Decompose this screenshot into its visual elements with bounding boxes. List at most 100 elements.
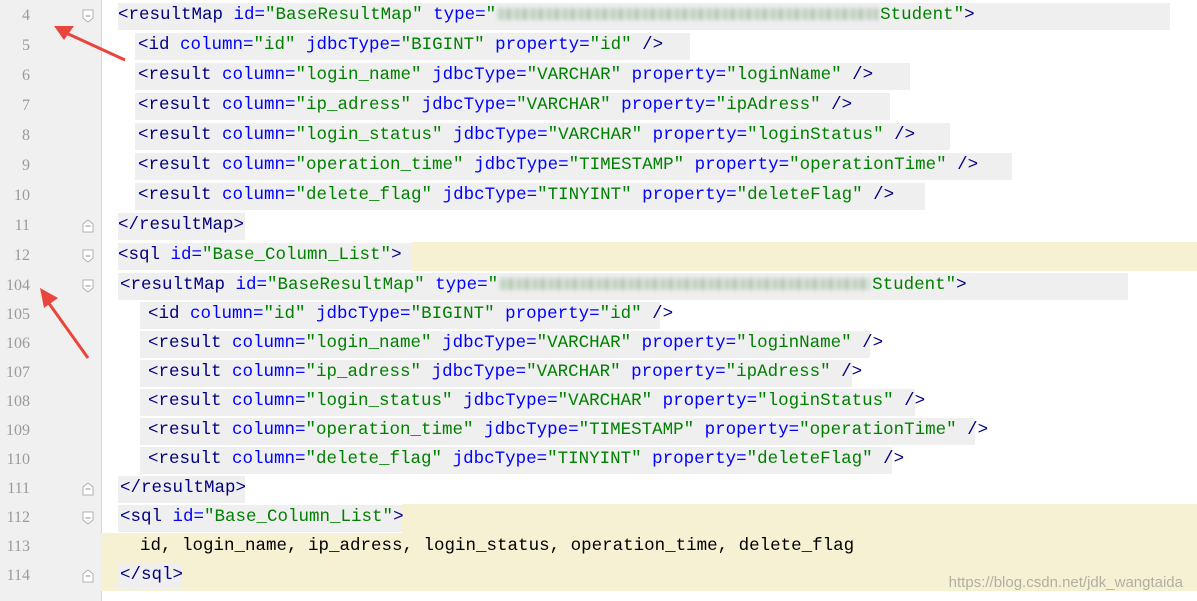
code-line[interactable]: 10 <result column="delete_flag" jdbcType=… <box>0 182 1197 211</box>
val-token: " <box>485 5 497 25</box>
val-token: "delete_flag" <box>305 449 453 469</box>
val-token: "VARCHAR" <box>526 362 632 382</box>
code-line[interactable]: 109 <result column="operation_time" jdbcT… <box>0 417 1197 446</box>
val-token: "login_name" <box>295 65 433 85</box>
val-token: "Base_Column_List" <box>202 245 392 265</box>
tag-token: /> <box>642 35 664 55</box>
code-line[interactable]: 4 <resultMap id="BaseResultMap" type=" Stu… <box>0 2 1197 31</box>
line-number: 111 <box>7 480 30 497</box>
tag-token: /> <box>831 95 853 115</box>
val-token: "TIMESTAMP" <box>568 155 695 175</box>
val-token: "VARCHAR" <box>557 391 663 411</box>
tag-token: <result <box>148 362 233 382</box>
line-number: 104 <box>6 277 30 294</box>
attr-token: column= <box>222 125 296 145</box>
attr-token: column= <box>232 449 306 469</box>
code-line[interactable]: 6 <result column="login_name" jdbcType="V… <box>0 62 1197 91</box>
val-token: "id" <box>589 35 643 55</box>
code-line[interactable]: 104 <resultMap id="BaseResultMap" type=" S… <box>0 272 1197 301</box>
fold-close-icon[interactable] <box>82 482 94 496</box>
tag-token: </sql> <box>120 565 184 585</box>
attr-token: jdbcType= <box>452 449 548 469</box>
val-token: "operation_time" <box>305 420 485 440</box>
tag-token: <resultMap <box>118 5 234 25</box>
val-token: "VARCHAR" <box>526 65 632 85</box>
code-text: <result column="login_name" jdbcType="VA… <box>138 65 873 85</box>
val-token: "TIMESTAMP" <box>578 420 705 440</box>
val-token: "BaseResultMap" <box>267 275 436 295</box>
code-line[interactable]: 110 <result column="delete_flag" jdbcType… <box>0 446 1197 475</box>
tag-token: /> <box>652 304 674 324</box>
code-text: <result column="delete_flag" jdbcType="T… <box>148 449 904 469</box>
tag-token: /> <box>883 449 905 469</box>
code-line[interactable]: 111 </resultMap> <box>0 475 1197 504</box>
val-token: "VARCHAR" <box>536 333 642 353</box>
attr-token: jdbcType= <box>306 35 401 55</box>
code-line[interactable]: 9 <result column="operation_time" jdbcTyp… <box>0 152 1197 181</box>
code-text: <result column="login_name" jdbcType="VA… <box>148 333 883 353</box>
val-token: "Base_Column_List" <box>204 507 394 527</box>
fold-close-icon[interactable] <box>82 219 94 233</box>
attr-token: property= <box>694 155 790 175</box>
val-token: "ip_adress" <box>295 95 422 115</box>
fold-open-icon[interactable] <box>82 511 94 525</box>
red-arrow-annotation-top <box>54 26 126 62</box>
code-text: id, login_name, ip_adress, login_status,… <box>140 536 854 556</box>
code-line[interactable]: 105 <id column="id" jdbcType="BIGINT" pro… <box>0 301 1197 330</box>
line-number: 112 <box>6 509 30 526</box>
tag-token: /> <box>967 420 989 440</box>
code-line[interactable]: 106 <result column="login_name" jdbcType=… <box>0 330 1197 359</box>
code-line[interactable]: 12 <sql id="Base_Column_List"> <box>0 242 1197 271</box>
line-number: 7 <box>22 97 30 114</box>
line-number: 9 <box>22 157 30 174</box>
attr-token: jdbcType= <box>421 95 517 115</box>
code-line[interactable]: 107 <result column="ip_adress" jdbcType="… <box>0 359 1197 388</box>
val-token: "operationTime" <box>799 420 968 440</box>
code-line[interactable]: 112 <sql id="Base_Column_List"> <box>0 504 1197 533</box>
tag-token: <resultMap <box>120 275 236 295</box>
attr-token: id= <box>172 507 205 527</box>
val-token: "loginStatus" <box>747 125 895 145</box>
val-token: "ipAdress" <box>715 95 832 115</box>
tag-token: /> <box>873 185 895 205</box>
line-number: 113 <box>6 538 30 555</box>
val-token: "TINYINT" <box>537 185 643 205</box>
redacted-text <box>498 8 879 21</box>
code-editor[interactable]: 4 <resultMap id="BaseResultMap" type=" Stu… <box>0 0 1197 601</box>
attr-token: column= <box>232 391 306 411</box>
tag-token: <result <box>138 65 223 85</box>
fold-close-icon[interactable] <box>82 569 94 583</box>
attr-token: property= <box>652 125 748 145</box>
val-token: "operation_time" <box>295 155 475 175</box>
line-number: 109 <box>6 422 30 439</box>
brace-match-highlight <box>412 242 1197 271</box>
val-token: "TINYINT" <box>547 449 653 469</box>
code-line[interactable]: 108 <result column="login_status" jdbcTyp… <box>0 388 1197 417</box>
attr-token: column= <box>222 185 296 205</box>
code-line[interactable]: 11 </resultMap> <box>0 212 1197 241</box>
code-text: <result column="ip_adress" jdbcType="VAR… <box>148 362 862 382</box>
attr-token: id= <box>233 5 266 25</box>
attr-token: jdbcType= <box>442 185 538 205</box>
val-token: "delete_flag" <box>295 185 443 205</box>
val-token: "login_status" <box>305 391 464 411</box>
attr-token: property= <box>621 95 716 115</box>
fold-open-icon[interactable] <box>82 249 94 263</box>
attr-token: column= <box>222 95 296 115</box>
code-line[interactable]: 113 id, login_name, ip_adress, login_stat… <box>0 533 1197 562</box>
val-token: "VARCHAR" <box>516 95 622 115</box>
attr-token: type= <box>435 275 488 295</box>
code-line[interactable]: 7 <result column="ip_adress" jdbcType="VA… <box>0 92 1197 121</box>
code-text: </resultMap> <box>118 215 244 235</box>
tag-token: <result <box>138 155 223 175</box>
val-token: Student" <box>880 5 965 25</box>
line-number: 12 <box>14 247 30 264</box>
val-token: "id" <box>599 304 653 324</box>
code-line[interactable]: 8 <result column="login_status" jdbcType=… <box>0 122 1197 151</box>
code-line[interactable]: 5 <id column="id" jdbcType="BIGINT" prope… <box>0 32 1197 61</box>
code-text: <sql id="Base_Column_List"> <box>118 245 402 265</box>
tag-token: /> <box>841 362 863 382</box>
code-text: <result column="operation_time" jdbcType… <box>148 420 988 440</box>
tag-token: <id <box>148 304 191 324</box>
val-token: "id" <box>263 304 317 324</box>
